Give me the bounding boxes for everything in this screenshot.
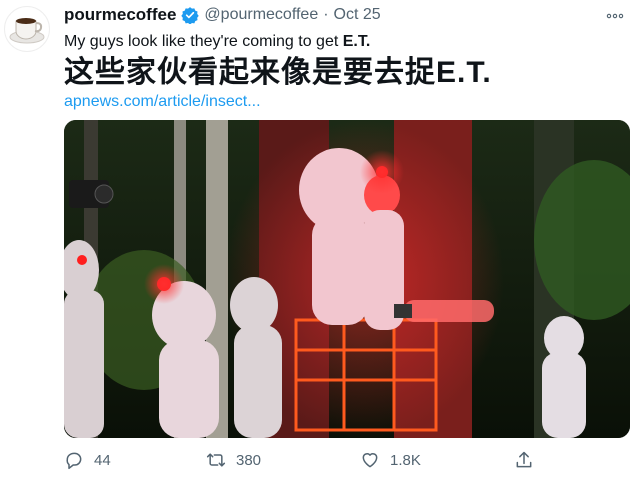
- tweet-text: My guys look like they're coming to get …: [64, 32, 370, 52]
- verified-badge-icon: [181, 7, 200, 24]
- caption-bold: E.T.: [342, 33, 371, 50]
- article-link[interactable]: apnews.com/article/insect...: [64, 92, 261, 112]
- tweet-actions: 44 380 1.8K: [64, 448, 624, 472]
- more-options-icon[interactable]: [606, 7, 624, 25]
- tweet-date[interactable]: Oct 25: [334, 6, 381, 24]
- separator: ·: [323, 6, 329, 23]
- caption-main: My guys look like they're coming to get: [64, 33, 343, 50]
- retweet-count: 380: [236, 451, 262, 469]
- reply-button[interactable]: 44: [64, 448, 111, 472]
- display-name[interactable]: pourmecoffee: [64, 5, 176, 25]
- like-button[interactable]: 1.8K: [360, 448, 421, 472]
- heart-icon: [362, 453, 378, 468]
- retweet-icon: [206, 453, 226, 467]
- retweet-button[interactable]: 380: [206, 448, 261, 472]
- share-icon: [516, 451, 532, 468]
- handle[interactable]: @pourmecoffee: [204, 6, 318, 24]
- tweet-photo[interactable]: [64, 120, 630, 438]
- chinese-translation: 这些家伙看起来像是要去捉E.T.: [64, 56, 492, 89]
- share-button[interactable]: [514, 448, 544, 472]
- like-count: 1.8K: [390, 451, 421, 469]
- tweet-header: pourmecoffee @pourmecoffee · Oct 25: [64, 4, 381, 26]
- reply-count: 44: [94, 451, 111, 469]
- reply-icon: [66, 452, 82, 470]
- coffee-cup-avatar: [9, 18, 45, 44]
- forest-scene-image: [64, 120, 630, 438]
- avatar[interactable]: [4, 6, 50, 52]
